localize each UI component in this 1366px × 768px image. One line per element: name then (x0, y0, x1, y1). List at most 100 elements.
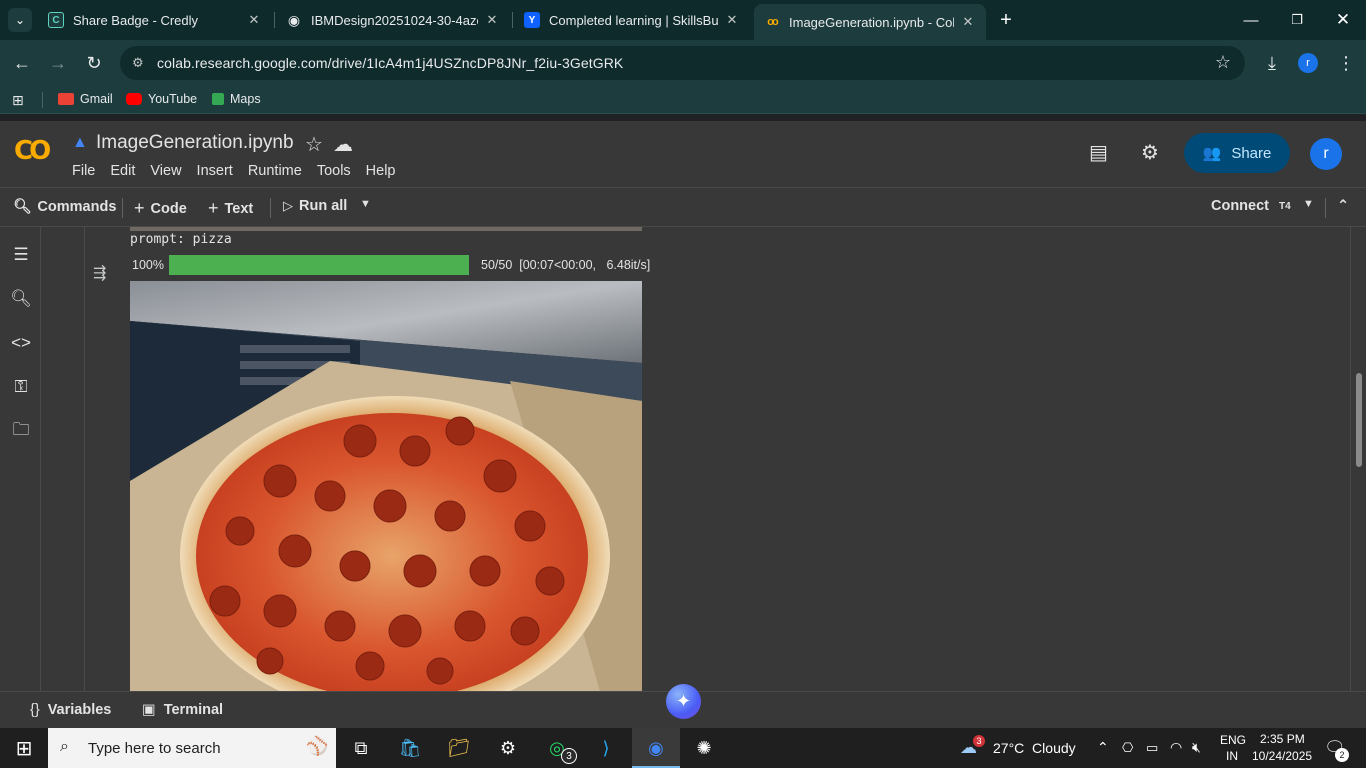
add-text-button[interactable]: + Text (208, 198, 253, 219)
close-window-icon[interactable]: ✕ (1328, 8, 1358, 32)
output-actions-icon[interactable]: ⇶ (93, 263, 106, 283)
connect-dropdown-icon[interactable]: ▼ (1303, 198, 1314, 210)
play-icon: ▷ (283, 198, 293, 213)
weather-badge: 3 (973, 735, 985, 747)
restore-icon[interactable]: ❐ (1282, 8, 1312, 32)
files-folder-icon[interactable]: 🗀 (10, 420, 32, 442)
tab-search-button[interactable]: ⌄ (8, 8, 32, 32)
star-icon[interactable]: ☆ (305, 132, 323, 157)
variables-button[interactable]: {} Variables (30, 702, 111, 718)
progress-bar (169, 255, 469, 275)
microsoft-store-icon[interactable]: 🛍︎ (398, 736, 422, 760)
drive-icon: ▲ (72, 134, 88, 151)
close-tab-icon[interactable]: ✕ (724, 12, 740, 28)
whatsapp-badge: 3 (561, 748, 577, 764)
colab-toolbar: 🔍︎ Commands + Code + Text ▷ Run all ▼ Co… (0, 187, 1366, 227)
forward-icon[interactable]: → (46, 51, 70, 75)
menu-view[interactable]: View (150, 163, 181, 179)
battery-icon[interactable]: ▭ (1146, 740, 1158, 756)
language-top[interactable]: ENG (1220, 733, 1246, 747)
address-bar[interactable]: ⚙ colab.research.google.com/drive/1IcA4m… (120, 46, 1245, 80)
run-all-dropdown-icon[interactable]: ▼ (360, 198, 371, 210)
colab-logo[interactable]: CO (14, 136, 51, 166)
site-info-icon[interactable]: ⚙ (132, 55, 144, 71)
chatgpt-icon[interactable]: ✺ (692, 736, 716, 760)
tab-title: ImageGeneration.ipynb - Colab (789, 14, 954, 30)
progress-bar-fill (169, 255, 469, 275)
volume-muted-icon[interactable]: 🔇︎ (1192, 739, 1201, 756)
plus-icon: + (134, 198, 145, 218)
task-view-icon[interactable]: ⧉ (349, 736, 373, 760)
tab-credly[interactable]: C Share Badge - Credly ✕ (38, 4, 272, 36)
profile-avatar[interactable]: r (1298, 53, 1318, 73)
menu-bar: File Edit View Insert Runtime Tools Help (72, 163, 411, 179)
run-all-button[interactable]: ▷ Run all (283, 198, 347, 214)
chrome-menu-icon[interactable]: ⋮ (1334, 51, 1358, 75)
code-snippets-icon[interactable]: <> (10, 332, 32, 354)
weather-text[interactable]: 27°C Cloudy (993, 740, 1076, 756)
connect-button[interactable]: Connect T4 (1211, 198, 1291, 214)
bookmark-divider (42, 92, 43, 108)
maps-icon (212, 93, 224, 105)
search-icon: ⌕ (60, 738, 69, 755)
runtime-badge: T4 (1279, 200, 1291, 212)
close-tab-icon[interactable]: ✕ (484, 12, 500, 28)
bookmarks-bar: ⊞ Gmail YouTube Maps (0, 86, 1366, 114)
clock-time[interactable]: 2:35 PM (1260, 732, 1305, 746)
new-tab-icon[interactable]: + (991, 8, 1021, 32)
menu-help[interactable]: Help (366, 163, 396, 179)
meet-now-icon[interactable]: ⎔ (1122, 740, 1133, 756)
cell-border (84, 227, 85, 691)
close-tab-icon[interactable]: ✕ (246, 12, 262, 28)
menu-edit[interactable]: Edit (110, 163, 135, 179)
minimize-icon[interactable]: — (1236, 8, 1266, 32)
share-button[interactable]: 👥 Share (1184, 133, 1290, 173)
bookmark-maps[interactable]: Maps (212, 92, 261, 106)
tab-colab[interactable]: oo ImageGeneration.ipynb - Colab ✕ (754, 4, 986, 40)
toolbar-divider (122, 198, 123, 218)
settings-app-icon[interactable]: ⚙ (496, 736, 520, 760)
menu-insert[interactable]: Insert (197, 163, 233, 179)
file-explorer-icon[interactable]: 📁︎ (447, 736, 471, 760)
plus-icon: + (208, 198, 219, 218)
close-tab-icon[interactable]: ✕ (960, 14, 976, 30)
progress-stats: 50/50 [00:07<00:00, 6.48it/s] (481, 258, 651, 272)
cloud-saved-icon[interactable]: ☁ (333, 132, 353, 157)
bookmark-star-icon[interactable]: ☆ (1215, 52, 1231, 73)
user-avatar[interactable]: r (1310, 138, 1342, 170)
settings-gear-icon[interactable]: ⚙ (1141, 140, 1159, 165)
back-icon[interactable]: ← (10, 51, 34, 75)
vscode-icon[interactable]: ⟩ (594, 736, 618, 760)
tab-skillsbuild[interactable]: Y Completed learning | SkillsBuild ✕ (514, 4, 750, 36)
gemini-sparkle-icon[interactable]: ✦ (666, 684, 701, 719)
tab-title: IBMDesign20251024-30-4azo2y (311, 12, 478, 28)
tray-chevron-icon[interactable]: ⌃ (1097, 739, 1109, 756)
scrollbar-thumb[interactable] (1356, 373, 1362, 467)
notebook-scrollbar[interactable] (1350, 227, 1366, 691)
tab-ibmdesign[interactable]: ◉ IBMDesign20251024-30-4azo2y ✕ (276, 4, 510, 36)
wifi-icon[interactable]: ◠ (1170, 739, 1182, 756)
secrets-key-icon[interactable]: ⚿ (10, 376, 32, 398)
terminal-button[interactable]: ▣ Terminal (142, 702, 223, 718)
reload-icon[interactable]: ↻ (82, 51, 106, 75)
menu-file[interactable]: File (72, 163, 95, 179)
table-of-contents-icon[interactable]: ☰ (10, 244, 32, 266)
menu-tools[interactable]: Tools (317, 163, 351, 179)
taskbar-search-box[interactable]: ⌕ Type here to search ⚾ (48, 728, 336, 768)
language-bottom[interactable]: IN (1226, 749, 1238, 763)
comment-icon[interactable]: ▤ (1089, 140, 1108, 165)
add-code-button[interactable]: + Code (134, 198, 187, 219)
apps-grid-icon[interactable]: ⊞ (12, 92, 24, 109)
find-replace-icon[interactable]: 🔍︎ (10, 288, 32, 310)
clock-date[interactable]: 10/24/2025 (1252, 749, 1312, 763)
commands-button[interactable]: 🔍︎ Commands (13, 198, 116, 216)
menu-runtime[interactable]: Runtime (248, 163, 302, 179)
windows-start-icon[interactable]: ⊞ (12, 736, 36, 760)
bookmark-gmail[interactable]: Gmail (58, 92, 113, 106)
gmail-icon (58, 93, 74, 105)
collapse-header-icon[interactable]: ⌃ (1337, 198, 1349, 214)
download-icon[interactable]: ⤓ (1260, 51, 1284, 75)
bookmark-youtube[interactable]: YouTube (126, 92, 197, 106)
notebook-title[interactable]: ImageGeneration.ipynb (96, 132, 294, 154)
credly-icon: C (48, 12, 64, 28)
